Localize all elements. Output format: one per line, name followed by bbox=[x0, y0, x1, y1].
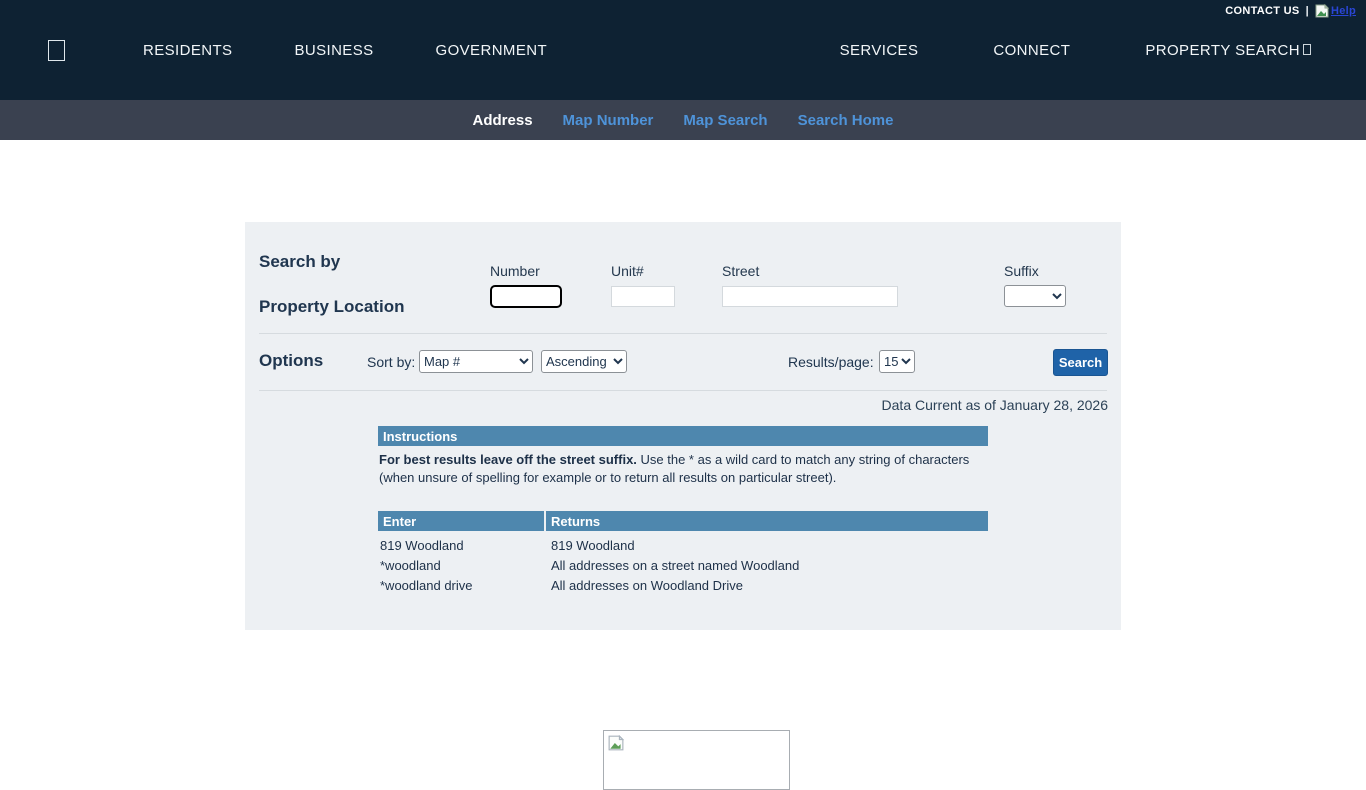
returns-cell: All addresses on Woodland Drive bbox=[546, 574, 988, 594]
tab-map-number[interactable]: Map Number bbox=[563, 112, 654, 129]
table-row: *woodland drive All addresses on Woodlan… bbox=[378, 574, 988, 594]
col-header-enter: Enter bbox=[378, 511, 546, 531]
examples-table: Enter Returns 819 Woodland 819 Woodland … bbox=[378, 511, 988, 594]
tab-address[interactable]: Address bbox=[473, 112, 533, 129]
returns-cell: 819 Woodland bbox=[546, 534, 988, 554]
sort-order-select[interactable]: Ascending bbox=[541, 350, 627, 373]
search-subnav: Address Map Number Map Search Search Hom… bbox=[0, 100, 1366, 140]
panel-heading-line2: Property Location bbox=[259, 297, 404, 317]
returns-cell: All addresses on a street named Woodland bbox=[546, 554, 988, 574]
results-per-page-select[interactable]: 15 bbox=[879, 350, 915, 373]
table-row: 819 Woodland 819 Woodland bbox=[378, 534, 988, 554]
nav-item-government[interactable]: GOVERNMENT bbox=[436, 42, 548, 59]
nav-left-group: RESIDENTS BUSINESS GOVERNMENT bbox=[143, 42, 547, 59]
tab-map-search[interactable]: Map Search bbox=[683, 112, 767, 129]
number-input[interactable] bbox=[490, 285, 562, 308]
divider-line bbox=[259, 333, 1107, 334]
main-nav: RESIDENTS BUSINESS GOVERNMENT SERVICES C… bbox=[0, 0, 1366, 100]
divider-line bbox=[259, 390, 1107, 391]
instructions-box: Instructions For best results leave off … bbox=[378, 426, 988, 492]
broken-image-icon bbox=[608, 735, 622, 749]
footer-image-placeholder bbox=[603, 730, 790, 790]
suffix-label: Suffix bbox=[1004, 263, 1039, 279]
col-header-returns: Returns bbox=[546, 511, 988, 531]
number-label: Number bbox=[490, 263, 540, 279]
instructions-lead: For best results leave off the street su… bbox=[379, 452, 637, 467]
logo-placeholder-icon[interactable] bbox=[48, 40, 65, 61]
nav-item-services[interactable]: SERVICES bbox=[840, 42, 919, 59]
street-label: Street bbox=[722, 263, 759, 279]
suffix-select[interactable] bbox=[1004, 285, 1066, 307]
table-row: *woodland All addresses on a street name… bbox=[378, 554, 988, 574]
nav-item-residents[interactable]: RESIDENTS bbox=[143, 42, 232, 59]
nav-right-group: SERVICES CONNECT PROPERTY SEARCH bbox=[840, 42, 1311, 59]
data-current-text: Data Current as of January 28, 2026 bbox=[882, 397, 1108, 413]
options-heading: Options bbox=[259, 351, 323, 371]
examples-rows: 819 Woodland 819 Woodland *woodland All … bbox=[378, 531, 988, 594]
search-button[interactable]: Search bbox=[1053, 349, 1108, 376]
sort-by-label: Sort by: bbox=[367, 354, 415, 370]
nav-item-connect[interactable]: CONNECT bbox=[993, 42, 1070, 59]
unit-input[interactable] bbox=[611, 286, 675, 307]
nav-item-property-search[interactable]: PROPERTY SEARCH bbox=[1145, 42, 1311, 59]
instructions-title: Instructions bbox=[378, 426, 988, 446]
enter-cell: 819 Woodland bbox=[378, 534, 546, 554]
examples-header-row: Enter Returns bbox=[378, 511, 988, 531]
panel-heading-line1: Search by bbox=[259, 252, 340, 272]
nav-item-business[interactable]: BUSINESS bbox=[294, 42, 373, 59]
unit-label: Unit# bbox=[611, 263, 644, 279]
sort-field-select[interactable]: Map # bbox=[419, 350, 533, 373]
tab-search-home[interactable]: Search Home bbox=[798, 112, 894, 129]
street-input[interactable] bbox=[722, 286, 898, 307]
enter-cell: *woodland drive bbox=[378, 574, 546, 594]
nav-item-property-search-label: PROPERTY SEARCH bbox=[1145, 42, 1300, 59]
caret-placeholder-icon bbox=[1303, 44, 1311, 55]
results-per-page-label: Results/page: bbox=[788, 354, 874, 370]
search-panel: Search by Property Location Number Unit#… bbox=[245, 222, 1121, 630]
site-header: CONTACT US | Help RESIDENTS BUSINESS GOV… bbox=[0, 0, 1366, 100]
enter-cell: *woodland bbox=[378, 554, 546, 574]
instructions-text: For best results leave off the street su… bbox=[378, 446, 988, 492]
